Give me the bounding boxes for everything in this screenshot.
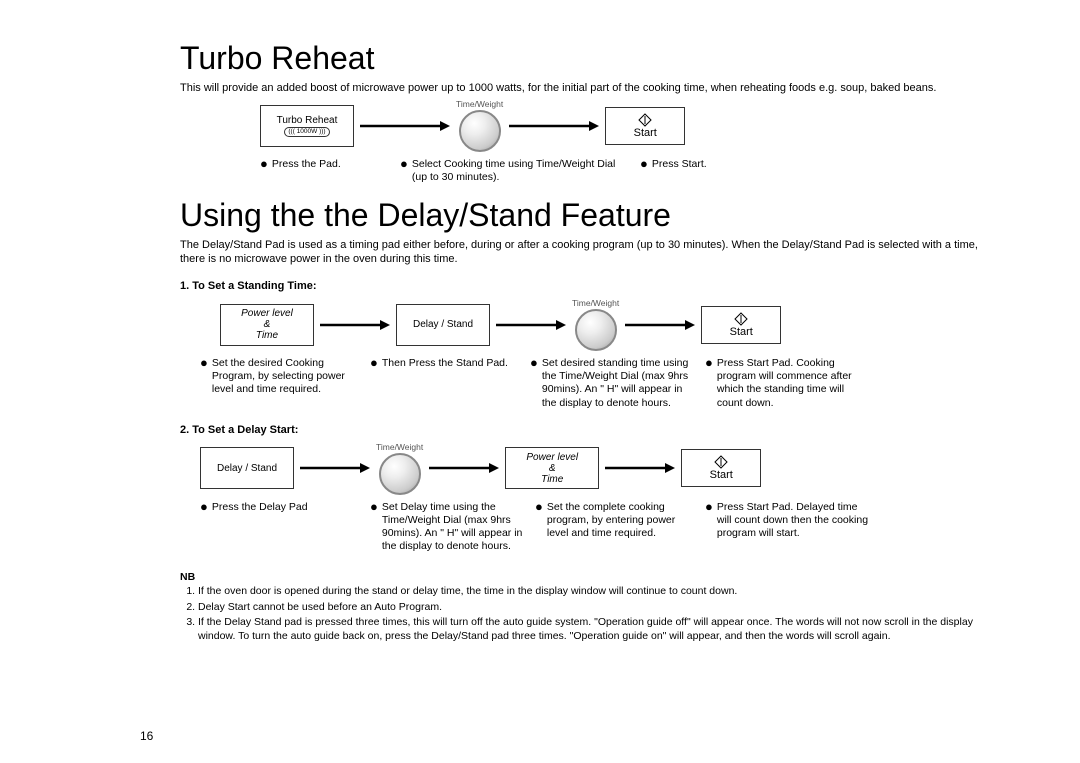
start-pad: Start	[701, 306, 781, 344]
dial-label: Time/Weight	[456, 99, 503, 109]
turbo-step1: Press the Pad.	[272, 158, 341, 171]
dial-label: Time/Weight	[376, 442, 423, 452]
delaystart-d2: Set Delay time using the Time/Weight Dia…	[382, 501, 525, 554]
time-weight-dial	[575, 309, 617, 351]
arrow-icon	[360, 119, 450, 133]
delay-stand-pad: Delay / Stand	[200, 447, 294, 489]
delay-intro: The Delay/Stand Pad is used as a timing …	[180, 238, 980, 267]
nb-item: Delay Start cannot be used before an Aut…	[198, 601, 980, 615]
standing-d3: Set desired standing time using the Time…	[542, 357, 695, 410]
start-pad: Start	[681, 449, 761, 487]
start-icon	[638, 113, 652, 127]
delaystart-d1: Press the Delay Pad	[212, 501, 308, 514]
delay-stand-pad: Delay / Stand	[396, 304, 490, 346]
nb-item: If the Delay Stand pad is pressed three …	[198, 616, 980, 643]
time-weight-dial	[379, 453, 421, 495]
delaystart-d3: Set the complete cooking program, by ent…	[547, 501, 695, 540]
dial-label: Time/Weight	[572, 298, 619, 308]
power-level-pad: Power level & Time	[505, 447, 599, 489]
turbo-step3: Press Start.	[652, 158, 707, 171]
standing-d4: Press Start Pad. Cooking program will co…	[717, 357, 870, 410]
time-weight-dial	[459, 110, 501, 152]
delaystart-flow: Delay / Stand Time/Weight Power level & …	[200, 442, 980, 495]
page-number: 16	[140, 729, 153, 743]
nb-item: If the oven door is opened during the st…	[198, 585, 980, 599]
delay-heading: Using the the Delay/Stand Feature	[180, 197, 980, 234]
start-pad: Start	[605, 107, 685, 145]
turbo-heading: Turbo Reheat	[180, 40, 980, 77]
turbo-flow: Turbo Reheat ((( 1000W ))) Time/Weight S…	[260, 99, 980, 152]
standing-flow: Power level & Time Delay / Stand Time/We…	[220, 298, 980, 351]
delaystart-d4: Press Start Pad. Delayed time will count…	[717, 501, 870, 540]
start-icon	[734, 312, 748, 326]
arrow-icon	[509, 119, 599, 133]
arrow-icon	[429, 461, 499, 475]
start-icon	[714, 455, 728, 469]
arrow-icon	[496, 318, 566, 332]
turbo-step2: Select Cooking time using Time/Weight Di…	[412, 158, 630, 184]
standing-d2: Then Press the Stand Pad.	[382, 357, 508, 370]
nb-list: If the oven door is opened during the st…	[180, 585, 980, 644]
standing-title: 1. To Set a Standing Time:	[180, 280, 980, 292]
arrow-icon	[320, 318, 390, 332]
turbo-reheat-pad: Turbo Reheat ((( 1000W )))	[260, 105, 354, 147]
arrow-icon	[625, 318, 695, 332]
standing-d1: Set the desired Cooking Program, by sele…	[212, 357, 360, 396]
power-level-pad: Power level & Time	[220, 304, 314, 346]
delaystart-title: 2. To Set a Delay Start:	[180, 424, 980, 436]
nb-title: NB	[180, 571, 980, 583]
arrow-icon	[300, 461, 370, 475]
turbo-intro: This will provide an added boost of micr…	[180, 81, 980, 95]
arrow-icon	[605, 461, 675, 475]
